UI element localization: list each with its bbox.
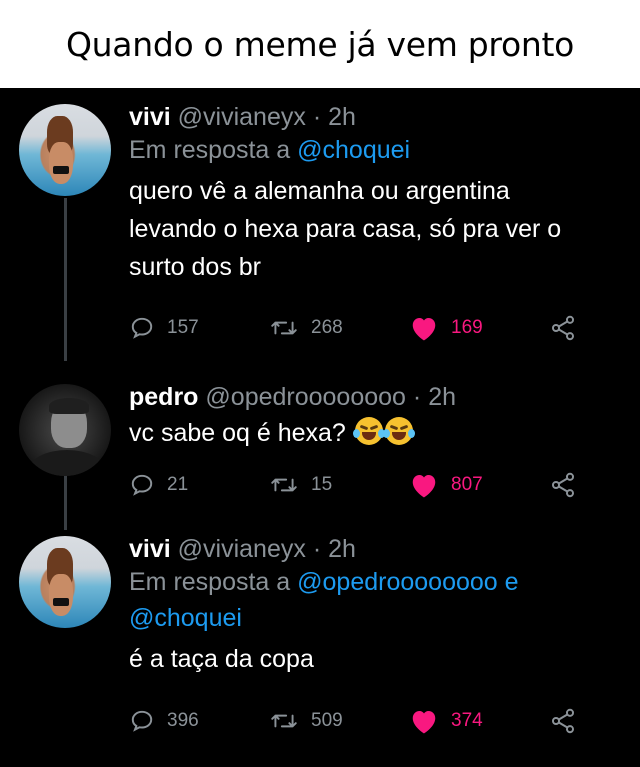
tweet-actions: 157 268 169: [129, 313, 589, 343]
like-count: 807: [451, 474, 483, 495]
like-count: 374: [451, 710, 483, 731]
reply-icon: [131, 474, 153, 496]
tweet[interactable]: vivi @vivianeyx · 2h Em resposta a @choq…: [129, 102, 634, 286]
retweet-count: 15: [311, 474, 333, 495]
reply-joiner: e: [504, 568, 519, 596]
tweet-header: pedro @opedroooooooo · 2h: [129, 382, 634, 412]
reply-count: 21: [167, 474, 189, 495]
meme-caption: Quando o meme já vem pronto: [66, 24, 574, 64]
laughing-emoji-icon: [382, 417, 415, 445]
share-icon: [551, 315, 575, 341]
reply-context: Em resposta a @choquei: [129, 132, 634, 168]
avatar-shoulders: [29, 450, 105, 476]
tweet-text-line: vc sabe oq é hexa?: [129, 419, 346, 447]
retweet-icon: [271, 714, 297, 728]
avatar-figure: [49, 574, 73, 616]
user-handle[interactable]: @opedroooooooo: [205, 383, 406, 411]
like-button[interactable]: 169: [409, 313, 483, 343]
reply-prefix: Em resposta a: [129, 136, 291, 164]
avatar-swimsuit: [53, 166, 69, 174]
share-button[interactable]: [549, 706, 577, 736]
like-count: 169: [451, 317, 483, 338]
heart-icon: [412, 475, 436, 498]
like-button[interactable]: 374: [409, 706, 483, 736]
share-icon: [551, 472, 575, 498]
reply-context: Em resposta a @opedroooooooo e @choquei: [129, 564, 634, 636]
user-name[interactable]: vivi: [129, 103, 171, 131]
retweet-button[interactable]: 268: [269, 313, 343, 343]
reply-mention-link[interactable]: @choquei: [297, 136, 410, 164]
retweet-button[interactable]: 509: [269, 706, 343, 736]
tweet-time: · 2h: [412, 383, 457, 411]
tweet-header: vivi @vivianeyx · 2h: [129, 534, 634, 564]
avatar-swimsuit: [53, 598, 69, 606]
tweet-actions: 396 509 374: [129, 706, 589, 736]
like-button[interactable]: 807: [409, 470, 483, 500]
tweet-text: é a taça da copa: [129, 640, 634, 678]
user-handle[interactable]: @vivianeyx: [178, 535, 306, 563]
avatar[interactable]: [19, 384, 111, 476]
retweet-count: 268: [311, 317, 343, 338]
reply-mention-link[interactable]: @opedroooooooo: [297, 568, 498, 596]
heart-icon: [412, 711, 436, 734]
heart-icon: [412, 318, 436, 341]
tweet[interactable]: vivi @vivianeyx · 2h Em resposta a @oped…: [129, 534, 634, 678]
retweet-count: 509: [311, 710, 343, 731]
tweet-header: vivi @vivianeyx · 2h: [129, 102, 634, 132]
tweet-time: · 2h: [312, 535, 356, 563]
avatar-figure: [49, 142, 73, 184]
retweet-icon: [271, 321, 297, 335]
share-button[interactable]: [549, 313, 577, 343]
tweet[interactable]: pedro @opedroooooooo · 2h vc sabe oq é h…: [129, 382, 634, 452]
avatar[interactable]: [19, 104, 111, 196]
tweet-text-line: levando o hexa para casa, só pra ver o: [129, 215, 562, 243]
reply-icon: [131, 710, 153, 732]
reply-count: 396: [167, 710, 199, 731]
user-handle[interactable]: @vivianeyx: [178, 103, 306, 131]
avatar-hair: [49, 398, 89, 414]
reply-button[interactable]: 157: [129, 313, 199, 343]
tweet-text-line: quero vê a alemanha ou argentina: [129, 177, 510, 205]
laughing-emoji-icon: [352, 417, 385, 445]
tweet-text: vc sabe oq é hexa?: [129, 414, 634, 452]
reply-prefix: Em resposta a: [129, 568, 291, 596]
share-icon: [551, 708, 575, 734]
reply-button[interactable]: 21: [129, 470, 188, 500]
thread-connector-line: [64, 198, 67, 361]
meme-caption-bar: Quando o meme já vem pronto: [0, 0, 640, 88]
tweet-time: · 2h: [312, 103, 356, 131]
tweet-text-line: é a taça da copa: [129, 645, 314, 673]
reply-icon: [131, 317, 153, 339]
reply-button[interactable]: 396: [129, 706, 199, 736]
reply-mention-link[interactable]: @choquei: [129, 604, 242, 632]
tweet-text: quero vê a alemanha ou argentina levando…: [129, 172, 634, 286]
retweet-icon: [271, 478, 297, 492]
tweet-actions: 21 15 807: [129, 470, 589, 500]
share-button[interactable]: [549, 470, 577, 500]
tweet-text-line: surto dos br: [129, 253, 262, 281]
avatar[interactable]: [19, 536, 111, 628]
retweet-button[interactable]: 15: [269, 470, 332, 500]
reply-count: 157: [167, 317, 199, 338]
tweet-thread: vivi @vivianeyx · 2h Em resposta a @choq…: [0, 88, 640, 767]
user-name[interactable]: pedro: [129, 383, 198, 411]
user-name[interactable]: vivi: [129, 535, 171, 563]
